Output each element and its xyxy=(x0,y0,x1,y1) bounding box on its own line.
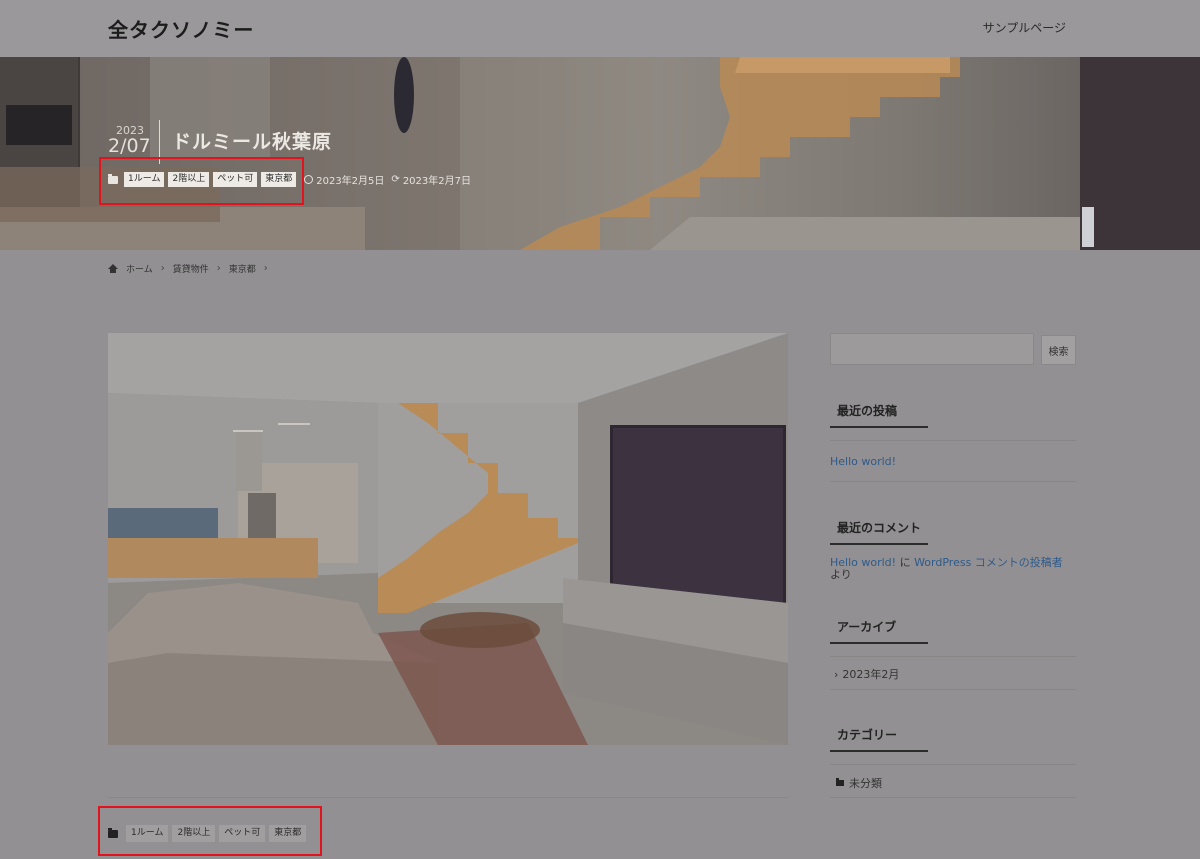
nav-sample-page[interactable]: サンプルページ xyxy=(983,19,1066,36)
chevron-right-icon: › xyxy=(160,263,165,274)
recent-posts-title: 最近の投稿 xyxy=(837,404,898,418)
site-header: 全タクソノミー サンプルページ xyxy=(0,0,1200,57)
hero-date-day: 2/07 xyxy=(108,135,151,157)
breadcrumb-rental[interactable]: 賃貸物件 xyxy=(173,262,209,275)
widget-divider xyxy=(830,797,1076,798)
breadcrumb-home[interactable]: ホーム xyxy=(126,262,153,275)
site-title[interactable]: 全タクソノミー xyxy=(108,14,254,43)
chevron-right-icon: › xyxy=(834,667,839,681)
clock-icon xyxy=(304,175,314,184)
updated-date: 2023年2月7日 xyxy=(402,176,471,187)
widget-underline xyxy=(830,750,928,752)
widget-divider xyxy=(830,764,1076,765)
comment-author-link[interactable]: WordPress コメントの投稿者 xyxy=(914,556,1063,569)
widget-divider xyxy=(830,481,1076,482)
category-item[interactable]: 未分類 xyxy=(836,775,882,791)
highlight-box-post-tags xyxy=(98,806,322,856)
comment-by-text: より xyxy=(830,568,852,581)
search-button[interactable]: 検索 xyxy=(1041,335,1076,365)
archive-item[interactable]: › 2023年2月 xyxy=(834,666,899,682)
hero-banner: 2023 2/07 ドルミール秋葉原 1ルーム 2階以上 ペット可 東京都 20… xyxy=(0,57,1200,250)
hero-post-title: ドルミール秋葉原 xyxy=(172,131,333,153)
category-link[interactable]: 未分類 xyxy=(849,775,882,791)
folder-icon xyxy=(836,778,844,786)
widget-divider xyxy=(830,656,1076,657)
recent-post-link[interactable]: Hello world! xyxy=(830,455,896,468)
category-title: カテゴリー xyxy=(837,728,898,742)
archive-title: アーカイブ xyxy=(837,620,897,634)
living-room-image xyxy=(108,333,788,745)
chevron-right-icon: › xyxy=(216,263,221,274)
home-icon xyxy=(108,264,118,273)
hero-dates: 2023年2月5日 ⟳ 2023年2月7日 xyxy=(304,172,471,187)
breadcrumb-tokyo[interactable]: 東京都 xyxy=(229,262,256,275)
published-date: 2023年2月5日 xyxy=(316,176,385,187)
widget-divider xyxy=(830,440,1076,441)
chevron-right-icon: › xyxy=(263,263,268,274)
recent-comment-item: Hello world! に WordPress コメントの投稿者 より xyxy=(830,557,1076,581)
widget-underline xyxy=(830,642,928,644)
highlight-box-hero-tags xyxy=(99,157,304,205)
widget-divider xyxy=(830,689,1076,690)
updated-icon: ⟳ xyxy=(391,174,400,185)
breadcrumb: ホーム › 賃貸物件 › 東京都 › xyxy=(108,262,268,275)
widget-underline xyxy=(830,426,928,428)
comment-on-text: に xyxy=(899,556,911,569)
featured-image xyxy=(108,333,788,745)
content-divider xyxy=(108,797,788,798)
recent-comments-title: 最近のコメント xyxy=(837,521,922,535)
archive-link[interactable]: 2023年2月 xyxy=(842,666,899,682)
search-input[interactable] xyxy=(830,333,1034,365)
widget-underline xyxy=(830,543,928,545)
